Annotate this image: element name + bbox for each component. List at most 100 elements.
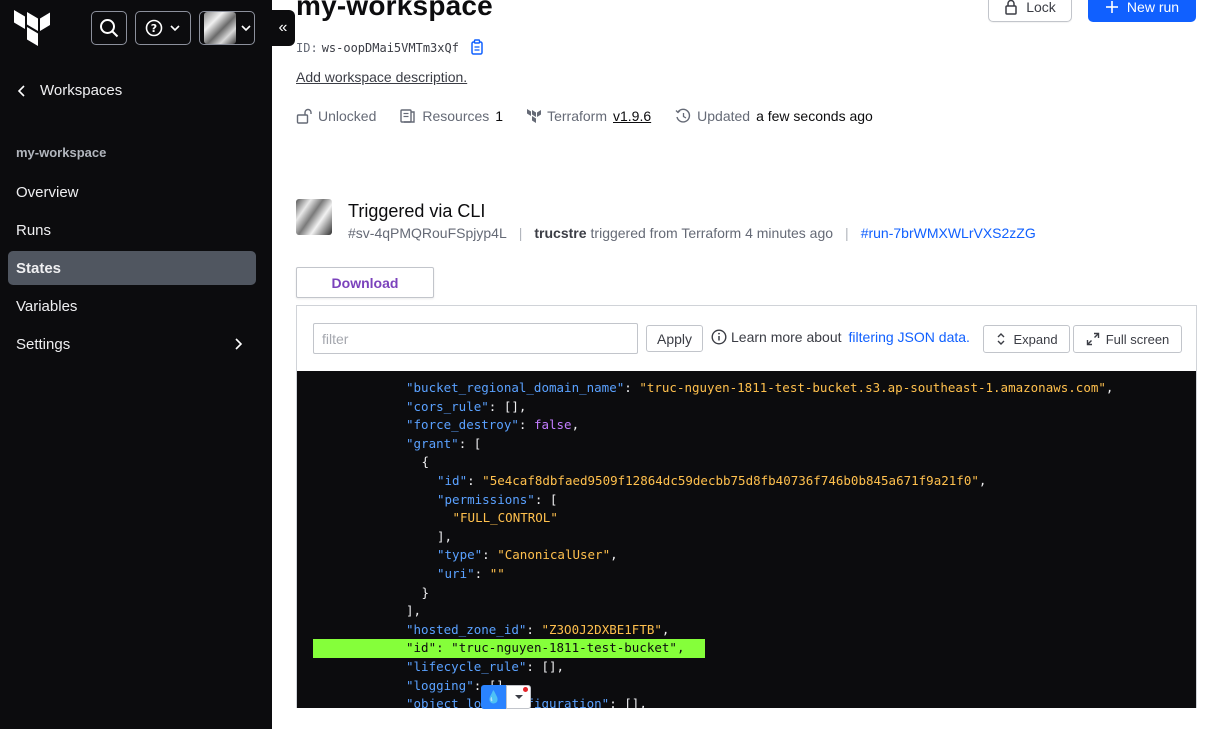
run-details: #sv-4qPMQRouFSpjyp4L | trucstre triggere… — [348, 225, 1036, 241]
json-key: "hosted_zone_id" — [406, 621, 527, 637]
run-title: Triggered via CLI — [348, 201, 486, 221]
sidebar-item-label: Runs — [16, 221, 52, 239]
updated-time: Updated a few seconds ago — [675, 108, 873, 124]
json-punct: : [ — [534, 491, 558, 507]
run-id-link[interactable]: #run-7brWMXWLrVXS2zZG — [861, 225, 1036, 241]
droplet-icon[interactable]: 💧 — [481, 685, 506, 709]
sidebar-item-label: Settings — [16, 335, 71, 353]
avatar — [296, 199, 332, 235]
chevron-right-icon — [235, 338, 243, 350]
sidebar-item-label: Overview — [16, 183, 79, 201]
json-punct: : — [436, 640, 452, 656]
terraform-logo-icon[interactable] — [14, 10, 50, 48]
code-line: { — [422, 453, 430, 472]
state-viewer-toolbar: Apply Learn more about filtering JSON da… — [297, 306, 1196, 371]
sidebar-item-runs[interactable]: Runs — [8, 213, 256, 247]
sidebar-item-states[interactable]: States — [8, 251, 256, 285]
search-button[interactable] — [91, 11, 127, 45]
code-line: "uri": "" — [437, 565, 505, 584]
json-key: "type" — [437, 547, 483, 563]
lock-icon — [1005, 0, 1017, 15]
expand-label: Expand — [1013, 331, 1058, 347]
json-key: "object_lo — [406, 696, 482, 708]
code-line: "FULL_CONTROL" — [453, 509, 558, 528]
workspace-id: ws-oopDMai5VMTm3xQf — [321, 40, 459, 55]
json-key: "id" — [437, 473, 468, 488]
json-punct: , — [571, 417, 580, 433]
sidebar-item-label: Variables — [16, 297, 78, 315]
json-punct: ], — [437, 528, 453, 544]
filtering-docs-link[interactable]: filtering JSON data. — [849, 329, 970, 345]
json-punct: : [], — [526, 659, 565, 674]
id-label: ID: — [296, 40, 318, 55]
filter-input[interactable] — [313, 323, 638, 354]
json-punct: : — [518, 417, 534, 433]
json-punct: } — [421, 584, 430, 600]
state-viewer: Apply Learn more about filtering JSON da… — [296, 305, 1197, 708]
sidebar-item-settings[interactable]: Settings — [8, 327, 256, 361]
help-icon: ? — [145, 19, 163, 37]
json-punct: : [ — [458, 435, 482, 451]
chevron-left-icon — [17, 84, 25, 97]
full-screen-button[interactable]: Full screen — [1073, 325, 1182, 353]
json-punct: : — [526, 621, 542, 637]
json-punct: , — [661, 621, 670, 637]
updated-value: a few seconds ago — [756, 108, 873, 124]
lock-status-label: Unlocked — [318, 108, 377, 124]
json-punct: : [], — [609, 696, 647, 708]
code-line: "bucket_regional_domain_name": "truc-ngu… — [406, 379, 1113, 398]
code-line: "lifecycle_rule": [], — [406, 658, 564, 677]
expand-button[interactable]: Expand — [983, 325, 1070, 353]
json-key: "id" — [406, 640, 437, 656]
filter-help: Learn more about filtering JSON data. — [711, 329, 970, 345]
json-punct: : — [474, 566, 490, 581]
terraform-version-link[interactable]: v1.9.6 — [613, 108, 651, 124]
json-punct: , — [676, 640, 685, 656]
extension-menu-button[interactable] — [506, 685, 531, 709]
learn-text: Learn more about — [731, 329, 842, 345]
terraform-icon — [527, 108, 542, 123]
back-to-workspaces-link[interactable]: Workspaces — [16, 82, 122, 99]
sidebar-item-label: States — [16, 259, 62, 277]
page-title: my-workspace — [296, 0, 493, 21]
fullscreen-icon — [1086, 332, 1099, 346]
browser-extension-widget[interactable]: 💧 — [481, 685, 531, 709]
divider: | — [518, 225, 523, 241]
new-run-label: New run — [1126, 0, 1180, 15]
lock-label: Lock — [1026, 0, 1056, 15]
download-button[interactable]: Download — [296, 267, 434, 298]
code-line: "type": "CanonicalUser", — [437, 546, 618, 565]
terraform-label: Terraform — [547, 108, 607, 124]
json-key: "permissions" — [437, 491, 535, 507]
resources-value: 1 — [495, 108, 504, 124]
json-punct: ], — [406, 603, 422, 619]
json-string: "5e4caf8dbfaed9509f12864dc59decbb75d8fb4… — [482, 473, 979, 488]
copy-icon[interactable] — [469, 39, 485, 56]
sidebar-item-variables[interactable]: Variables — [8, 289, 256, 323]
terraform-version: Terraform v1.9.6 — [527, 108, 651, 124]
search-icon — [100, 19, 119, 38]
help-menu-button[interactable]: ? — [135, 11, 191, 45]
json-string: "Z3O0J2DXBE1FTB" — [541, 621, 662, 637]
code-line: "cors_rule": [], — [406, 398, 526, 417]
json-punct: , — [1105, 380, 1114, 395]
sidebar-item-overview[interactable]: Overview — [8, 175, 256, 209]
json-key: "grant" — [406, 435, 459, 451]
json-string: "truc-nguyen-1811-test-bucket" — [451, 640, 677, 656]
code-line: "grant": [ — [406, 435, 481, 454]
back-link-label: Workspaces — [40, 82, 123, 99]
json-code-view[interactable]: "bucket_regional_domain_name": "truc-ngu… — [297, 371, 1196, 708]
user-menu-button[interactable] — [199, 11, 255, 45]
new-run-button[interactable]: New run — [1088, 0, 1196, 22]
history-icon — [675, 108, 691, 123]
code-line: "id": "truc-nguyen-1811-test-bucket", — [406, 639, 684, 658]
workspace-heading: my-workspace — [16, 145, 107, 160]
add-description-link[interactable]: Add workspace description. — [296, 69, 467, 85]
workspace-meta: Unlocked Resources 1 Terraform v1.9.6 Up… — [296, 108, 897, 124]
json-boolean: false — [533, 417, 572, 433]
lock-button[interactable]: Lock — [988, 0, 1072, 22]
code-line: ], — [437, 528, 452, 547]
avatar — [203, 12, 236, 44]
apply-button[interactable]: Apply — [646, 325, 703, 352]
run-user: trucstre — [534, 225, 587, 241]
